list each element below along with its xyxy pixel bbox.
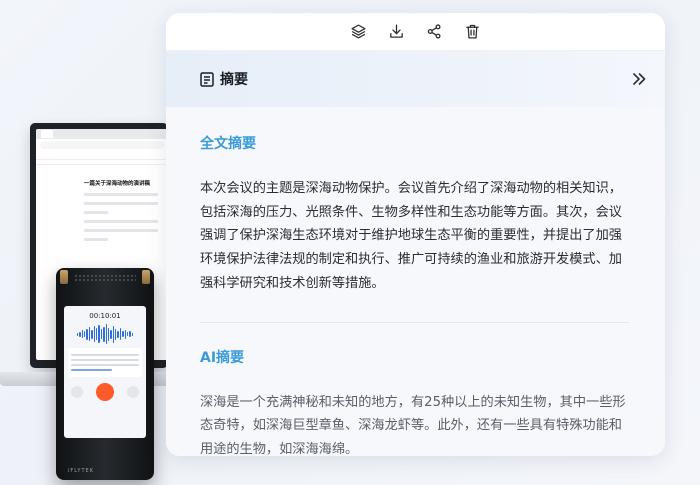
doc-line — [84, 211, 108, 214]
panel-toolbar — [166, 13, 665, 50]
layers-icon[interactable] — [350, 23, 368, 41]
recorder-waveform — [70, 323, 140, 345]
document-icon — [200, 71, 214, 87]
recorder-controls — [64, 383, 146, 401]
doc-title: 一篇关于深海动物的演讲稿 — [84, 181, 151, 187]
recorder-left-button — [70, 386, 83, 398]
ai-summary-title: AI摘要 — [200, 349, 245, 366]
recorder-pause-button — [95, 383, 114, 401]
summary-title: 摘要 — [220, 72, 248, 88]
waveform-bar — [107, 327, 110, 341]
recorder-right-button — [127, 386, 140, 398]
waveform-bar — [100, 329, 103, 339]
doc-line — [84, 229, 158, 232]
summary-panel: 摘要 全文摘要 本次会议的主题是深海动物保护。会议首先介绍了深海动物的相关知识，… — [166, 13, 665, 456]
download-icon[interactable] — [388, 23, 406, 41]
doc-line — [84, 220, 158, 223]
waveform-bar — [103, 326, 105, 342]
transcript-line — [71, 354, 139, 356]
recorder-transcript-card — [68, 348, 142, 377]
browser-tab — [41, 130, 53, 138]
waveform-bar — [81, 330, 83, 338]
recorder-mic-right — [142, 270, 150, 284]
recorder-brand: iFLYTEK — [68, 468, 94, 474]
waveform-bar — [88, 327, 91, 341]
voice-recorder-illustration: 00:10:01 iFLYTEK — [56, 268, 154, 480]
waveform-bar — [119, 328, 122, 340]
waveform-bar — [129, 331, 131, 337]
section-divider — [200, 321, 629, 323]
recorder-screen: 00:10:01 — [64, 306, 146, 438]
summary-header: 摘要 — [166, 50, 665, 107]
browser-url-bar — [40, 141, 164, 149]
trash-icon[interactable] — [464, 23, 482, 41]
full-summary-title: 全文摘要 — [200, 136, 256, 152]
waveform-bar — [122, 331, 124, 337]
waveform-bar — [112, 325, 115, 343]
waveform-bar — [93, 326, 95, 342]
waveform-bar — [124, 329, 127, 339]
doc-line — [84, 202, 158, 205]
recorder-speaker-grille — [74, 274, 136, 282]
recorder-mic-left — [60, 270, 68, 284]
summary-body: 全文摘要 本次会议的主题是深海动物保护。会议首先介绍了深海动物的相关知识，包括深… — [166, 107, 665, 456]
transcript-line — [71, 359, 139, 361]
full-summary-text: 本次会议的主题是深海动物保护。会议首先介绍了深海动物的相关知识，包括深海的压力、… — [200, 181, 622, 291]
transcript-line — [71, 369, 112, 371]
waveform-bar — [115, 328, 117, 340]
waveform-bar — [110, 329, 112, 339]
browser-tabbar — [36, 129, 168, 139]
waveform-bar — [105, 324, 107, 344]
waveform-bar — [95, 328, 98, 340]
transcript-line — [71, 364, 139, 366]
waveform-bar — [83, 331, 86, 337]
recorder-time: 00:10:01 — [89, 312, 121, 320]
waveform-bar — [86, 328, 88, 340]
doc-line — [84, 193, 158, 196]
waveform-bar — [98, 325, 100, 343]
double-chevron-right-icon[interactable] — [631, 71, 647, 87]
waveform-bar — [127, 332, 129, 336]
waveform-bar — [117, 330, 119, 338]
recorder-top — [60, 270, 150, 286]
share-icon[interactable] — [426, 23, 444, 41]
waveform-bar — [91, 329, 93, 339]
doc-line — [84, 238, 108, 241]
ai-summary-text: 深海是一个充满神秘和未知的地方，有25种以上的未知生物，其中一些形态奇特，如深海… — [200, 394, 626, 456]
waveform-bar — [131, 332, 134, 336]
waveform-bar — [79, 331, 81, 337]
waveform-bar — [76, 332, 79, 336]
